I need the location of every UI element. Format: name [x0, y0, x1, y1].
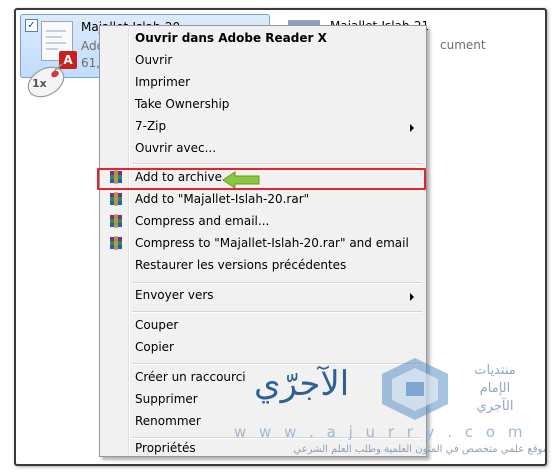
menu-item-label: Envoyer vers: [135, 288, 214, 302]
menu-separator: [132, 163, 422, 165]
menu-item-label: 7-Zip: [135, 119, 167, 133]
menu-item-compress-to-rar-and-email[interactable]: Compress to "Majallet-Islah-20.rar" and …: [102, 233, 424, 255]
menu-item-label: Compress to "Majallet-Islah-20.rar" and …: [135, 236, 409, 250]
submenu-arrow-icon: [410, 293, 414, 301]
menu-item-label: Compress and email...: [135, 214, 270, 228]
highlight-box: [97, 168, 426, 190]
menu-item-label: Supprimer: [135, 392, 198, 406]
menu-item-label: Renommer: [135, 414, 201, 428]
menu-item-label: Imprimer: [135, 75, 191, 89]
green-pointer-arrow-icon: [222, 171, 260, 189]
file-checkbox[interactable]: ✓: [25, 19, 38, 32]
watermark-title: الآجرّي: [254, 364, 350, 404]
menu-separator: [132, 311, 422, 313]
menu-item-print[interactable]: Imprimer: [102, 72, 424, 94]
watermark-line: منتديات: [474, 363, 516, 378]
menu-item-compress-and-email[interactable]: Compress and email...: [102, 211, 424, 233]
watermark-url: w w w . a j u r r y . c o m: [234, 423, 527, 441]
menu-item-label: Créer un raccourci: [135, 370, 246, 384]
menu-item-take-ownership[interactable]: Take Ownership: [102, 94, 424, 116]
watermark-logo-icon: [382, 358, 448, 420]
watermark-line: الإمام: [479, 381, 511, 396]
menu-item-label: Copier: [135, 340, 174, 354]
explorer-window: ✓ A Majallet-Islah-20 Ado 61,9 Majallet-…: [14, 8, 547, 466]
winrar-icon: [110, 214, 122, 228]
watermark-forum-name: منتديات الإمام الآجري: [448, 362, 542, 416]
watermark-line: الآجري: [476, 399, 514, 414]
menu-item-add-to-rar[interactable]: Add to "Majallet-Islah-20.rar": [102, 189, 424, 211]
file-type: cument: [440, 38, 486, 52]
menu-item-label: Add to "Majallet-Islah-20.rar": [135, 192, 310, 206]
menu-item-send-to[interactable]: Envoyer vers: [102, 285, 424, 307]
click-count-label: 1x: [32, 77, 47, 90]
menu-item-open-with[interactable]: Ouvrir avec...: [102, 138, 424, 160]
winrar-icon: [110, 236, 122, 250]
menu-item-7zip[interactable]: 7-Zip: [102, 116, 424, 138]
menu-item-restore-previous-versions[interactable]: Restaurer les versions précédentes: [102, 255, 424, 277]
watermark-caption: موقع علمي متخصص في المتون العلمية وطلب ا…: [293, 444, 547, 455]
menu-item-cut[interactable]: Couper: [102, 315, 424, 337]
menu-separator: [132, 282, 422, 284]
menu-item-open[interactable]: Ouvrir: [102, 50, 424, 72]
winrar-icon: [110, 192, 122, 206]
menu-item-copy[interactable]: Copier: [102, 337, 424, 359]
menu-item-label: Ouvrir: [135, 53, 173, 67]
menu-item-label: Restaurer les versions précédentes: [135, 258, 347, 272]
mouse-click-icon: 1x: [24, 62, 68, 102]
menu-item-open-adobe-reader[interactable]: Ouvrir dans Adobe Reader X: [102, 28, 424, 50]
submenu-arrow-icon: [410, 124, 414, 132]
menu-item-label: Ouvrir dans Adobe Reader X: [135, 31, 327, 45]
menu-item-label: Take Ownership: [135, 97, 230, 111]
menu-item-label: Ouvrir avec...: [135, 141, 217, 155]
menu-item-label: Propriétés: [135, 441, 196, 455]
menu-item-label: Couper: [135, 318, 179, 332]
